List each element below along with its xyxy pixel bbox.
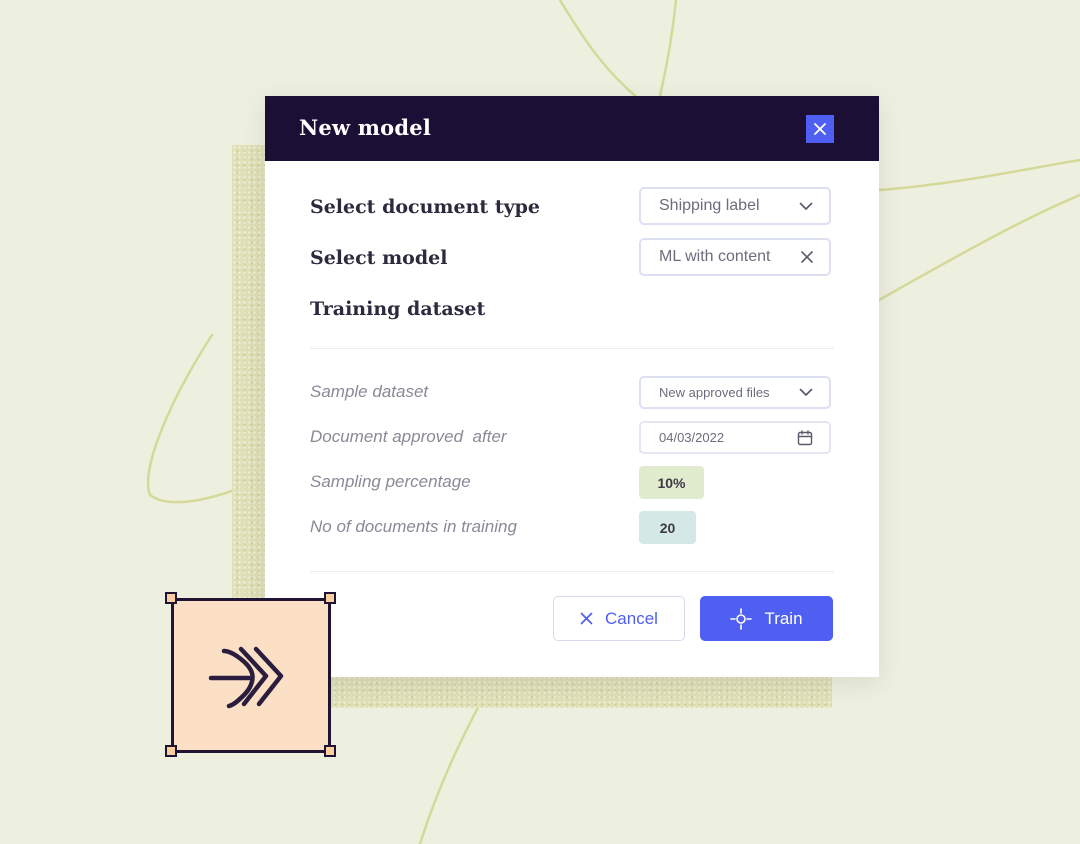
approved-after-label: Document approved after (310, 427, 507, 446)
cancel-label: Cancel (605, 608, 658, 628)
close-icon (814, 123, 826, 135)
model-label: Select model (310, 247, 448, 269)
section-divider (310, 348, 834, 349)
documents-count-badge: 20 (639, 511, 696, 544)
sampling-percentage-badge: 10% (639, 466, 704, 499)
model-select[interactable]: ML with content (639, 238, 831, 276)
chevron-down-icon (799, 202, 813, 210)
footer-divider (310, 571, 834, 572)
arrow-chevrons-icon (208, 646, 284, 709)
resize-handle-bottom-right[interactable] (324, 745, 336, 757)
resize-handle-top-left[interactable] (165, 592, 177, 604)
sample-dataset-label: Sample dataset (310, 382, 429, 401)
approved-after-value: 04/03/2022 (659, 430, 725, 445)
sample-dataset-value: New approved files (659, 385, 770, 400)
resize-handle-top-right[interactable] (324, 592, 336, 604)
close-button[interactable] (806, 115, 834, 143)
dialog-title: New model (299, 115, 431, 140)
calendar-icon[interactable] (797, 429, 813, 446)
resize-handle-bottom-left[interactable] (165, 745, 177, 757)
clear-x-icon[interactable] (801, 251, 813, 263)
documents-in-training-label: No of documents in training (310, 517, 517, 536)
approved-after-date-field[interactable]: 04/03/2022 (639, 421, 831, 454)
train-button[interactable]: Train (700, 596, 833, 641)
crosshair-icon (730, 607, 753, 630)
train-label: Train (764, 608, 803, 628)
cancel-button[interactable]: Cancel (553, 596, 685, 641)
dialog-header: New model (265, 96, 879, 161)
training-dataset-heading: Training dataset (310, 298, 486, 320)
document-type-value: Shipping label (659, 197, 760, 214)
model-node-tile[interactable] (171, 598, 331, 753)
sampling-percentage-label: Sampling percentage (310, 472, 471, 491)
x-icon (580, 612, 593, 625)
chevron-down-icon (799, 388, 813, 396)
document-type-dropdown[interactable]: Shipping label (639, 187, 831, 225)
model-value: ML with content (659, 248, 771, 265)
new-model-dialog: New model Select document type Shipping … (265, 96, 879, 677)
document-type-label: Select document type (310, 196, 541, 218)
sample-dataset-dropdown[interactable]: New approved files (639, 376, 831, 409)
